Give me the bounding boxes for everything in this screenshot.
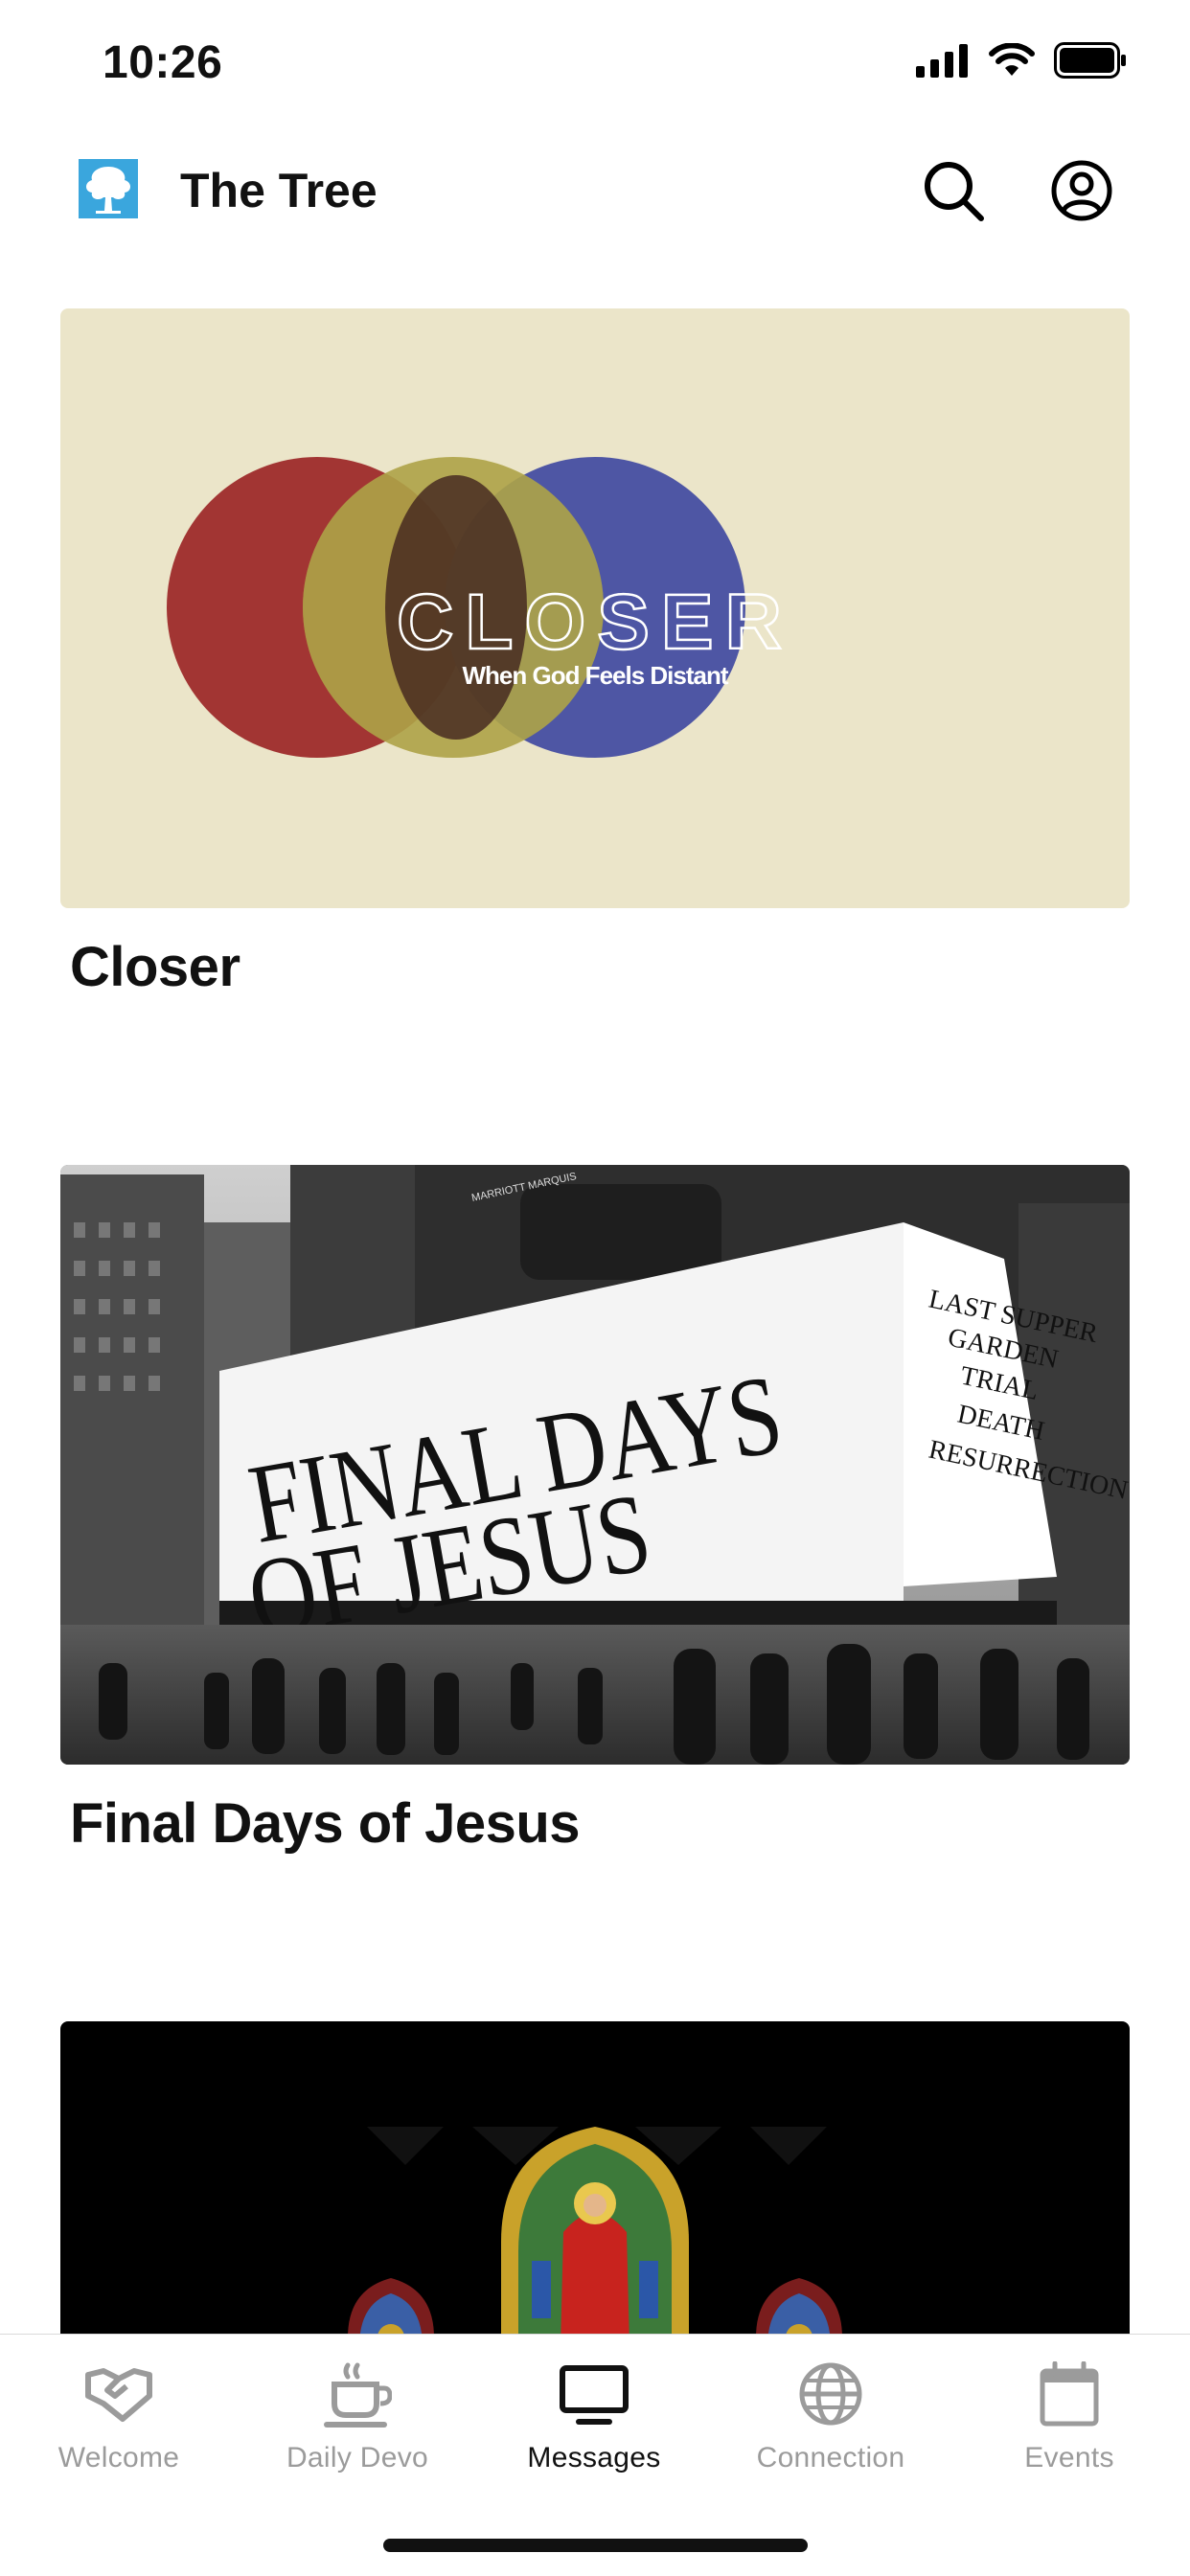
tab-connection[interactable]: Connection	[735, 2358, 927, 2474]
globe-icon	[799, 2362, 862, 2426]
tab-label: Daily Devo	[286, 2442, 429, 2473]
profile-button[interactable]	[1046, 155, 1117, 226]
closer-art-title: CLOSER	[397, 579, 793, 666]
tab-label: Events	[1024, 2442, 1114, 2473]
calendar-icon	[1040, 2361, 1099, 2427]
tab-daily-devo[interactable]: Daily Devo	[262, 2358, 453, 2474]
tab-label: Connection	[756, 2442, 905, 2473]
message-card-3[interactable]	[60, 2021, 1130, 2334]
message-card-closer[interactable]: CLOSER When God Feels Distant Closer	[60, 308, 1130, 999]
final-days-series-artwork[interactable]: MARRIOTT MARQUIS FINAL DAYS OF JESUS LAS…	[60, 1165, 1130, 1765]
message-card-final-days[interactable]: MARRIOTT MARQUIS FINAL DAYS OF JESUS LAS…	[60, 1165, 1130, 1856]
card-title[interactable]: Final Days of Jesus	[70, 1791, 1130, 1856]
tab-label: Welcome	[57, 2442, 180, 2473]
tab-label: Messages	[527, 2442, 661, 2473]
status-time: 10:26	[103, 37, 223, 88]
tab-events[interactable]: Events	[973, 2358, 1165, 2474]
status-bar: 10:26	[0, 0, 1190, 125]
messages-feed[interactable]: CLOSER When God Feels Distant Closer MAR…	[0, 308, 1190, 2334]
final-days-graphic: MARRIOTT MARQUIS FINAL DAYS OF JESUS LAS…	[60, 1165, 1130, 1765]
home-indicator[interactable]	[383, 2539, 808, 2552]
tab-welcome[interactable]: Welcome	[23, 2358, 215, 2474]
tab-messages[interactable]: Messages	[498, 2358, 690, 2474]
search-icon	[925, 162, 984, 221]
battery-icon	[1054, 42, 1126, 79]
app-header: The Tree	[0, 144, 1190, 239]
coffee-cup-icon	[324, 2362, 392, 2428]
closer-graphic: CLOSER When God Feels Distant	[167, 457, 793, 758]
closer-series-artwork[interactable]: CLOSER When God Feels Distant	[60, 308, 1130, 908]
cellular-signal-icon	[916, 44, 968, 78]
search-button[interactable]	[918, 155, 989, 226]
wifi-icon	[989, 43, 1035, 76]
app-title: The Tree	[180, 164, 378, 217]
tree-logo-icon[interactable]	[79, 159, 138, 218]
status-icons	[916, 42, 1127, 79]
stained-glass-graphic	[348, 2127, 842, 2334]
user-profile-icon	[1051, 160, 1112, 221]
tv-icon	[560, 2365, 629, 2425]
closer-art-subtitle: When God Feels Distant	[462, 661, 728, 690]
handshake-icon	[85, 2368, 152, 2422]
stained-glass-artwork[interactable]	[60, 2021, 1130, 2334]
card-title[interactable]: Closer	[70, 935, 1130, 999]
